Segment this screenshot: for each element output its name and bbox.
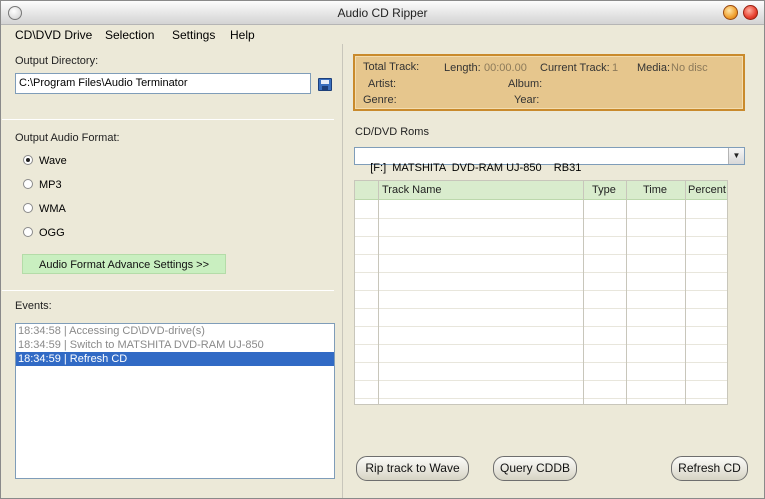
grid-line (626, 181, 627, 404)
window-title: Audio CD Ripper (337, 6, 428, 20)
grid-line (355, 290, 727, 291)
total-track-label: Total Track: (363, 61, 420, 73)
rip-track-button[interactable]: Rip track to Wave (356, 456, 469, 481)
column-percent[interactable]: Percent (688, 184, 726, 196)
radio-ogg[interactable] (23, 227, 33, 237)
radio-ogg-label[interactable]: OGG (39, 227, 65, 239)
radio-wma-label[interactable]: WMA (39, 203, 66, 215)
year-label: Year: (514, 94, 540, 106)
album-label: Album: (508, 78, 543, 90)
events-label: Events: (15, 300, 52, 312)
current-track-value: 1 (612, 62, 619, 74)
title-bar[interactable]: Audio CD Ripper (1, 1, 764, 25)
grid-line (355, 380, 727, 381)
event-item[interactable]: 18:34:58 | Accessing CD\DVD-drive(s) (16, 324, 334, 338)
cd-dvd-roms-label: CD/DVD Roms (355, 126, 429, 138)
grid-line (355, 218, 727, 219)
event-item-selected[interactable]: 18:34:59 | Refresh CD (16, 352, 334, 366)
radio-wave-label[interactable]: Wave (39, 155, 67, 167)
cd-info-panel: Total Track: Length: 00:00.00 Current Tr… (353, 54, 745, 111)
grid-line (583, 181, 584, 404)
radio-mp3-label[interactable]: MP3 (39, 179, 62, 191)
column-track-name[interactable]: Track Name (382, 184, 442, 196)
radio-wave[interactable] (23, 155, 33, 165)
drive-select[interactable]: [F:] MATSHITA DVD-RAM UJ-850 RB31 ▼ (354, 147, 745, 174)
menu-help[interactable]: Help (230, 28, 255, 42)
query-cddb-button[interactable]: Query CDDB (493, 456, 577, 481)
events-list[interactable]: 18:34:58 | Accessing CD\DVD-drive(s) 18:… (15, 323, 335, 479)
grid-line (355, 236, 727, 237)
menu-cd-dvd-drive[interactable]: CD\DVD Drive (15, 28, 92, 42)
divider (2, 290, 334, 291)
track-table[interactable]: Track Name Type Time Percent (354, 180, 728, 405)
radio-mp3[interactable] (23, 179, 33, 189)
app-window: Audio CD Ripper CD\DVD Drive Selection S… (0, 0, 765, 499)
column-type[interactable]: Type (592, 184, 616, 196)
genre-label: Genre: (363, 94, 397, 106)
save-icon[interactable] (318, 78, 332, 91)
grid-line (355, 326, 727, 327)
output-directory-label: Output Directory: (15, 55, 99, 67)
current-track-label: Current Track: (540, 62, 610, 74)
divider (2, 119, 334, 120)
refresh-cd-button[interactable]: Refresh CD (671, 456, 748, 481)
grid-line (378, 181, 379, 404)
grid-line (355, 362, 727, 363)
media-label: Media: (637, 62, 671, 74)
grid-line (355, 398, 727, 399)
length-value: 00:00.00 (484, 62, 527, 74)
menu-settings[interactable]: Settings (172, 28, 215, 42)
minimize-button[interactable] (723, 5, 738, 20)
column-time[interactable]: Time (643, 184, 667, 196)
close-button[interactable] (743, 5, 758, 20)
grid-line (355, 344, 727, 345)
grid-line (355, 272, 727, 273)
menu-selection[interactable]: Selection (105, 28, 154, 42)
grid-line (685, 181, 686, 404)
output-format-label: Output Audio Format: (15, 132, 120, 144)
chevron-down-icon[interactable]: ▼ (728, 148, 744, 164)
advance-settings-button[interactable]: Audio Format Advance Settings >> (22, 254, 226, 274)
radio-wma[interactable] (23, 203, 33, 213)
grid-line (355, 308, 727, 309)
artist-label: Artist: (368, 78, 397, 90)
media-value: No disc (671, 62, 708, 74)
drive-select-value: [F:] MATSHITA DVD-RAM UJ-850 RB31 (370, 162, 582, 174)
output-directory-field[interactable]: C:\Program Files\Audio Terminator (15, 73, 311, 94)
grid-line (355, 254, 727, 255)
length-label: Length: (444, 62, 481, 74)
menu-bar: CD\DVD Drive Selection Settings Help (1, 26, 764, 44)
event-item[interactable]: 18:34:59 | Switch to MATSHITA DVD-RAM UJ… (16, 338, 334, 352)
